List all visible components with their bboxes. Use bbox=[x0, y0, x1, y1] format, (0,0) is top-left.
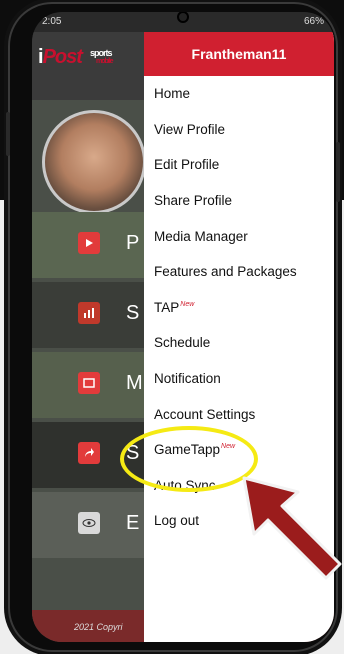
username: Frantheman11 bbox=[191, 46, 287, 62]
front-camera bbox=[179, 13, 187, 21]
drawer-item-home[interactable]: Home bbox=[144, 76, 334, 112]
pointer-arrow-icon bbox=[242, 476, 342, 580]
volume-button bbox=[6, 112, 10, 156]
drawer-item-media-manager[interactable]: Media Manager bbox=[144, 218, 334, 254]
drawer-item-label: TAP bbox=[154, 299, 180, 315]
play-icon bbox=[78, 232, 100, 254]
app-row-label: P bbox=[126, 232, 140, 254]
drawer-item-label: Share Profile bbox=[154, 193, 233, 209]
drawer-item-label: Media Manager bbox=[154, 228, 248, 244]
drawer-item-view-profile[interactable]: View Profile bbox=[144, 112, 334, 148]
copyright-text: 2021 Copyri bbox=[74, 622, 123, 632]
new-badge: New bbox=[180, 300, 195, 308]
logo-sports: sports bbox=[90, 48, 112, 58]
drawer-item-share-profile[interactable]: Share Profile bbox=[144, 183, 334, 219]
drawer-item-label: Home bbox=[154, 86, 191, 102]
status-time: 2:05 bbox=[42, 16, 62, 27]
app-row-label: M bbox=[126, 372, 143, 394]
drawer-item-label: Schedule bbox=[154, 335, 211, 351]
stats-icon bbox=[78, 302, 100, 324]
power-button bbox=[336, 142, 340, 202]
drawer-item-label: Account Settings bbox=[154, 406, 256, 422]
ipost-sports-logo[interactable]: iPost sports mobile bbox=[38, 46, 114, 69]
drawer-item-notification[interactable]: Notification bbox=[144, 361, 334, 397]
drawer-item-label: Edit Profile bbox=[154, 157, 220, 173]
drawer-item-label: Notification bbox=[154, 371, 221, 387]
eye-icon bbox=[78, 512, 100, 534]
media-icon bbox=[78, 372, 100, 394]
share-icon bbox=[78, 442, 100, 464]
logo-post: Post bbox=[42, 46, 83, 68]
drawer-item-features-packages[interactable]: Features and Packages bbox=[144, 254, 334, 290]
battery-level: 66% bbox=[303, 16, 324, 27]
logo-mobile: mobile bbox=[96, 58, 114, 65]
avatar[interactable] bbox=[42, 110, 146, 214]
drawer-item-schedule[interactable]: Schedule bbox=[144, 325, 334, 361]
drawer-item-label: Log out bbox=[154, 513, 200, 529]
drawer-item-edit-profile[interactable]: Edit Profile bbox=[144, 147, 334, 183]
drawer-header: Frantheman11 bbox=[144, 32, 334, 76]
drawer-item-tap[interactable]: TAP New bbox=[144, 290, 334, 326]
drawer-item-label: View Profile bbox=[154, 121, 226, 137]
drawer-item-label: Features and Packages bbox=[154, 264, 297, 280]
app-row-label: E bbox=[126, 512, 140, 534]
app-row-label: S bbox=[126, 302, 140, 324]
